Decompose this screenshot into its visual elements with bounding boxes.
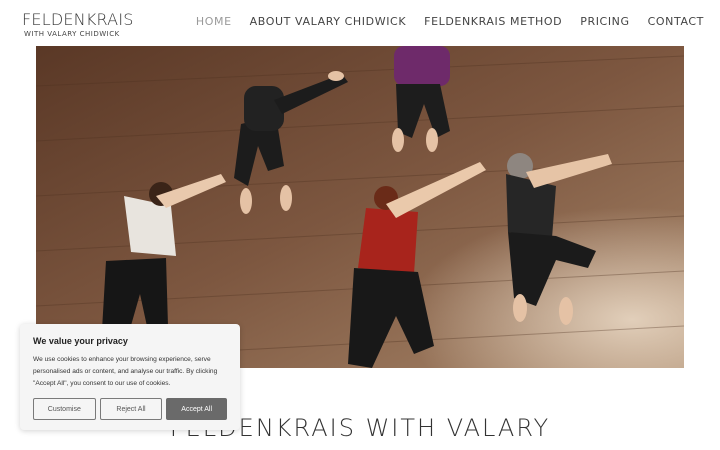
nav-item-home[interactable]: HOME bbox=[196, 15, 232, 28]
logo-sub-text: WITH VALARY CHIDWICK bbox=[24, 30, 120, 38]
nav-item-contact[interactable]: CONTACT bbox=[648, 15, 704, 28]
logo-main-text: FELDENKRAIS bbox=[22, 10, 134, 29]
customise-button[interactable]: Customise bbox=[33, 398, 96, 420]
hero-image bbox=[36, 46, 684, 368]
hero-photo-illustration bbox=[36, 46, 684, 368]
reject-all-button[interactable]: Reject All bbox=[99, 398, 163, 420]
cookie-title: We value your privacy bbox=[33, 336, 128, 346]
nav-item-about[interactable]: ABOUT VALARY CHIDWICK bbox=[250, 15, 407, 28]
nav-item-method[interactable]: FELDENKRAIS METHOD bbox=[424, 15, 562, 28]
main-nav: HOME ABOUT VALARY CHIDWICK FELDENKRAIS M… bbox=[196, 15, 704, 28]
accept-all-button[interactable]: Accept All bbox=[166, 398, 228, 420]
cookie-text: We use cookies to enhance your browsing … bbox=[33, 356, 218, 387]
cookie-button-row: Customise Reject All Accept All bbox=[33, 398, 228, 420]
site-logo[interactable]: FELDENKRAIS WITH VALARY CHIDWICK bbox=[22, 11, 134, 39]
cookie-consent-banner: We value your privacy We use cookies to … bbox=[20, 324, 240, 430]
site-header: FELDENKRAIS WITH VALARY CHIDWICK HOME AB… bbox=[0, 0, 720, 46]
nav-item-pricing[interactable]: PRICING bbox=[580, 15, 629, 28]
